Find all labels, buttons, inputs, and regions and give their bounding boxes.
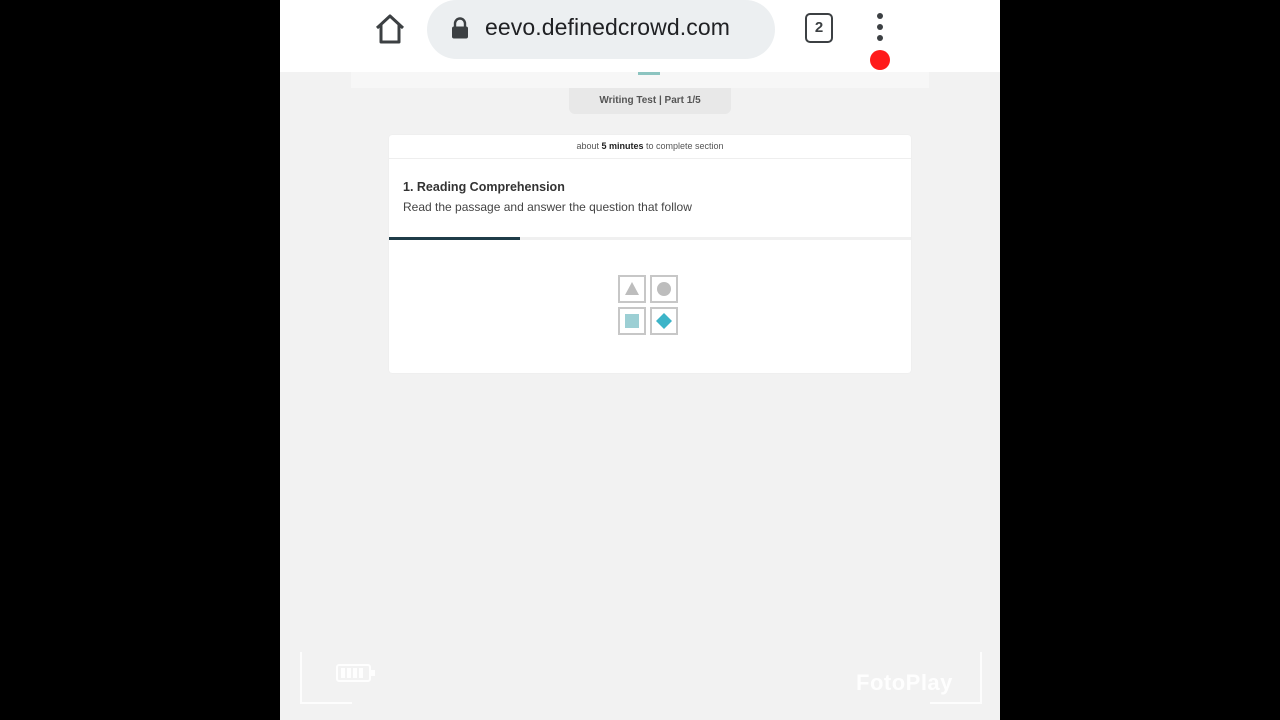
- progress-fill: [389, 237, 520, 240]
- part-label: Writing Test | Part 1/5: [569, 88, 731, 114]
- time-value: 5 minutes: [601, 141, 644, 151]
- header-accent: [638, 72, 660, 75]
- loading-spinner: [618, 275, 682, 339]
- recording-indicator: [870, 50, 890, 70]
- loader-cell: [618, 275, 646, 303]
- diamond-icon: [656, 313, 672, 329]
- recording-frame-corner: [300, 20, 352, 72]
- loader-cell: [650, 307, 678, 335]
- home-icon[interactable]: [372, 11, 408, 47]
- circle-icon: [657, 282, 671, 296]
- recording-frame-corner: [930, 20, 982, 72]
- battery-icon: [336, 664, 375, 682]
- loader-cell: [618, 307, 646, 335]
- phone-screen: eevo.definedcrowd.com 2 Writing Test | P…: [280, 0, 1000, 720]
- triangle-icon: [625, 282, 639, 295]
- watermark: FotoPlay: [856, 670, 953, 695]
- browser-toolbar: eevo.definedcrowd.com 2: [280, 0, 1000, 72]
- tab-switcher-button[interactable]: 2: [805, 13, 833, 43]
- time-suffix: to complete section: [643, 141, 724, 151]
- loader-cell: [650, 275, 678, 303]
- lock-icon[interactable]: [451, 17, 469, 39]
- progress-bar: [389, 237, 911, 240]
- section-instruction: Read the passage and answer the question…: [403, 200, 692, 214]
- square-icon: [625, 314, 639, 328]
- time-prefix: about: [576, 141, 602, 151]
- question-card: about 5 minutes to complete section 1. R…: [389, 135, 911, 373]
- time-estimate: about 5 minutes to complete section: [389, 135, 911, 159]
- url-text[interactable]: eevo.definedcrowd.com: [485, 14, 730, 41]
- more-vert-icon[interactable]: [876, 13, 884, 43]
- section-title: 1. Reading Comprehension: [403, 180, 565, 194]
